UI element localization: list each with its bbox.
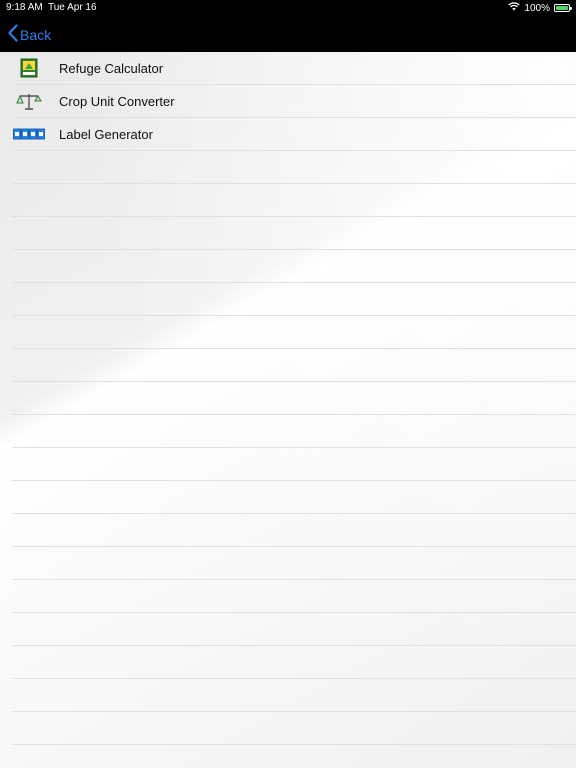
tool-list: Refuge Calculator Crop Unit Converter La… <box>0 52 576 151</box>
back-label: Back <box>20 26 52 43</box>
status-right: 100% <box>508 2 572 14</box>
list-item-label: Label Generator <box>59 127 153 142</box>
empty-row-separators <box>12 151 576 768</box>
wifi-icon <box>508 2 521 14</box>
list-item-label: Crop Unit Converter <box>59 94 175 109</box>
list-item-label: Refuge Calculator <box>59 61 164 76</box>
row-separator <box>12 646 576 679</box>
row-separator <box>12 613 576 646</box>
status-bar: 9:18 AM Tue Apr 16 100% <box>0 0 576 16</box>
row-separator <box>12 547 576 580</box>
row-separator <box>12 448 576 481</box>
row-separator <box>12 679 576 712</box>
scale-icon <box>12 89 46 113</box>
navigation-bar: Back <box>0 16 576 52</box>
row-separator <box>12 316 576 349</box>
screen: 9:18 AM Tue Apr 16 100% Back Refuge Calc… <box>0 0 576 768</box>
list-item-label-generator[interactable]: Label Generator <box>12 118 576 151</box>
list-item-refuge-calculator[interactable]: Refuge Calculator <box>12 52 576 85</box>
battery-percentage: 100% <box>524 2 550 14</box>
row-separator <box>12 382 576 415</box>
battery-fill <box>556 6 568 10</box>
row-separator <box>12 250 576 283</box>
row-separator <box>12 415 576 448</box>
row-separator <box>12 283 576 316</box>
battery-charging-icon <box>554 4 572 12</box>
row-separator <box>12 745 576 768</box>
row-separator <box>12 349 576 382</box>
row-separator <box>12 481 576 514</box>
status-time: 9:18 AM <box>6 2 43 13</box>
refuge-calculator-icon <box>12 56 46 80</box>
status-date: Tue Apr 16 <box>48 2 97 13</box>
row-separator <box>12 151 576 184</box>
list-item-crop-unit-converter[interactable]: Crop Unit Converter <box>12 85 576 118</box>
row-separator <box>12 184 576 217</box>
row-separator <box>12 712 576 745</box>
back-button[interactable]: Back <box>8 24 51 45</box>
content-area: Refuge Calculator Crop Unit Converter La… <box>0 52 576 768</box>
chevron-left-icon <box>8 24 18 45</box>
row-separator <box>12 514 576 547</box>
row-separator <box>12 217 576 250</box>
label-icon <box>12 122 46 146</box>
row-separator <box>12 580 576 613</box>
